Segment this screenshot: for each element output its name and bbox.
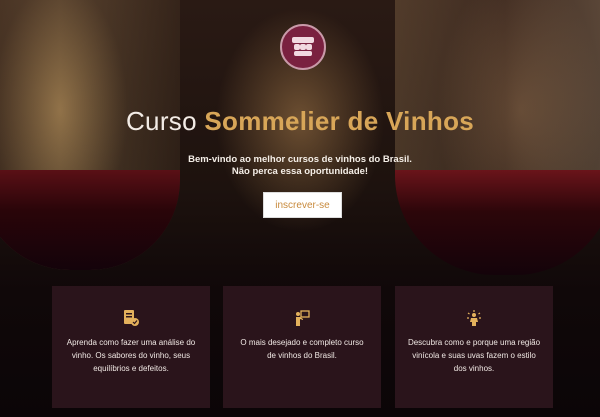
wine-barrels-logo-icon bbox=[292, 37, 314, 56]
page-title: Curso Sommelier de Vinhos bbox=[125, 106, 475, 136]
card-text: O mais desejado e completo curso de vinh… bbox=[240, 338, 364, 360]
document-check-icon bbox=[121, 308, 141, 328]
feature-card-analysis: Aprenda como fazer uma análise do vinho.… bbox=[52, 286, 210, 408]
title-highlight: Sommelier de Vinhos bbox=[204, 106, 475, 136]
hero-subtitle: Bem-vindo ao melhor cursos de vinhos do … bbox=[0, 154, 600, 178]
site-logo[interactable] bbox=[280, 24, 326, 70]
subtitle-line-2: Não perca essa oportunidade! bbox=[231, 166, 369, 177]
feature-card-region: Descubra como e porque uma região viníco… bbox=[395, 286, 553, 408]
subtitle-line-1: Bem-vindo ao melhor cursos de vinhos do … bbox=[188, 154, 412, 165]
signup-button[interactable]: inscrever-se bbox=[263, 192, 342, 218]
region-icon bbox=[464, 308, 484, 328]
feature-card-course: O mais desejado e completo curso de vinh… bbox=[223, 286, 381, 408]
card-text: Aprenda como fazer uma análise do vinho.… bbox=[66, 338, 196, 373]
card-text: Descubra como e porque uma região viníco… bbox=[407, 338, 541, 373]
presentation-icon bbox=[292, 308, 312, 328]
